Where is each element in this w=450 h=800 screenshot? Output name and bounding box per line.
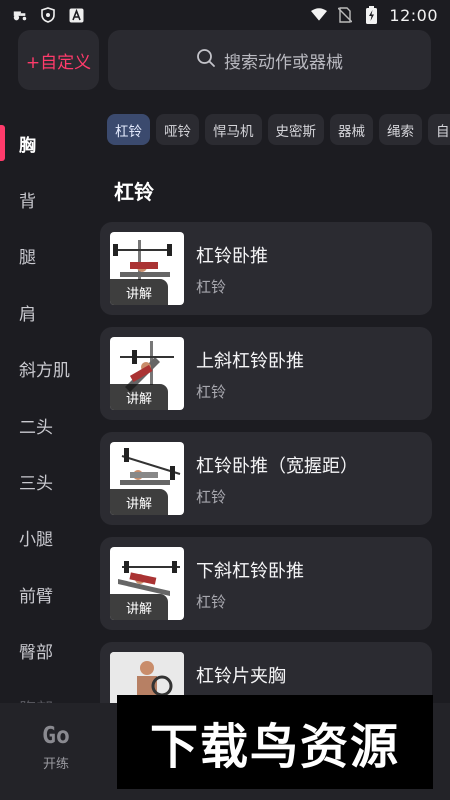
- explain-tag: 讲解: [110, 384, 168, 410]
- sidebar-item-legs[interactable]: 腿: [0, 228, 100, 284]
- sidebar-item-calves[interactable]: 小腿: [0, 510, 100, 566]
- nav-train-tab[interactable]: Go 开练: [28, 723, 84, 772]
- sidebar-item-forearms[interactable]: 前臂: [0, 566, 100, 622]
- explain-tag: 讲解: [110, 279, 168, 305]
- exercise-name: 下斜杠铃卧推: [196, 561, 304, 582]
- exercise-card[interactable]: 讲解 杠铃卧推（宽握距） 杠铃: [100, 432, 432, 525]
- explain-tag: 讲解: [110, 489, 168, 515]
- sidebar-item-shoulders[interactable]: 肩: [0, 284, 100, 340]
- chip-smith[interactable]: 史密斯: [267, 114, 324, 145]
- status-bar: 12:00: [0, 0, 450, 30]
- section-title: 杠铃: [114, 180, 154, 204]
- shield-icon: [40, 7, 56, 23]
- muscle-group-sidebar: 胸 背 腿 肩 斜方肌 二头 三头 小腿 前臂 臀部 腹部: [0, 115, 100, 705]
- chip-dumbbell[interactable]: 哑铃: [156, 114, 199, 145]
- search-placeholder: 搜索动作或器械: [224, 52, 343, 73]
- nav-train-label: 开练: [42, 757, 69, 772]
- exercise-name: 杠铃卧推（宽握距）: [196, 456, 358, 477]
- chip-barbell[interactable]: 杠铃: [107, 114, 150, 145]
- exercise-equipment: 杠铃: [196, 278, 227, 296]
- custom-exercise-label: +自定义: [25, 52, 92, 73]
- explain-tag: 讲解: [110, 594, 168, 620]
- exercise-card[interactable]: 讲解 上斜杠铃卧推 杠铃: [100, 327, 432, 420]
- chip-machine[interactable]: 器械: [330, 114, 373, 145]
- go-logo-icon: Go: [42, 723, 70, 749]
- exercise-equipment: 杠铃: [196, 488, 227, 506]
- exercise-thumbnail: 讲解: [110, 337, 184, 410]
- a-square-icon: [68, 7, 84, 23]
- search-input[interactable]: 搜索动作或器械: [108, 30, 431, 90]
- exercise-thumbnail: 讲解: [110, 442, 184, 515]
- tractor-icon: [12, 7, 28, 23]
- exercise-name: 杠铃片夹胸: [196, 666, 286, 687]
- sidebar-item-triceps[interactable]: 三头: [0, 453, 100, 509]
- exercise-card[interactable]: 讲解 杠铃卧推 杠铃: [100, 222, 432, 315]
- exercise-card[interactable]: 讲解 下斜杠铃卧推 杠铃: [100, 537, 432, 630]
- exercise-thumbnail: 讲解: [110, 232, 184, 305]
- clock: 12:00: [389, 5, 438, 25]
- custom-exercise-button[interactable]: +自定义: [18, 30, 99, 90]
- exercise-list: 讲解 杠铃卧推 杠铃 讲解 上斜杠铃卧推 杠铃 讲解 杠铃卧推（宽握距） 杠铃 …: [100, 222, 432, 747]
- sidebar-item-glutes[interactable]: 臀部: [0, 623, 100, 679]
- wifi-icon: [311, 7, 328, 23]
- search-icon: [196, 48, 216, 73]
- sidebar-item-back[interactable]: 背: [0, 171, 100, 227]
- sidebar-item-abs[interactable]: 腹部: [0, 679, 100, 705]
- battery-charging-icon: [363, 6, 379, 24]
- watermark-text: 下载鸟资源: [149, 719, 400, 775]
- chip-hammer-machine[interactable]: 悍马机: [205, 114, 262, 145]
- sidebar-item-chest[interactable]: 胸: [0, 115, 100, 171]
- chip-more[interactable]: 自: [428, 114, 450, 145]
- exercise-thumbnail: 讲解: [110, 547, 184, 620]
- no-sim-icon: [337, 7, 353, 23]
- chip-cable[interactable]: 绳索: [379, 114, 422, 145]
- exercise-equipment: 杠铃: [196, 593, 227, 611]
- exercise-equipment: 杠铃: [196, 383, 227, 401]
- sidebar-item-traps[interactable]: 斜方肌: [0, 341, 100, 397]
- equipment-filter-bar: 杠铃 哑铃 悍马机 史密斯 器械 绳索自: [107, 114, 450, 146]
- watermark-banner: 下载鸟资源: [117, 695, 433, 789]
- sidebar-item-biceps[interactable]: 二头: [0, 397, 100, 453]
- exercise-name: 杠铃卧推: [196, 246, 268, 267]
- exercise-name: 上斜杠铃卧推: [196, 351, 304, 372]
